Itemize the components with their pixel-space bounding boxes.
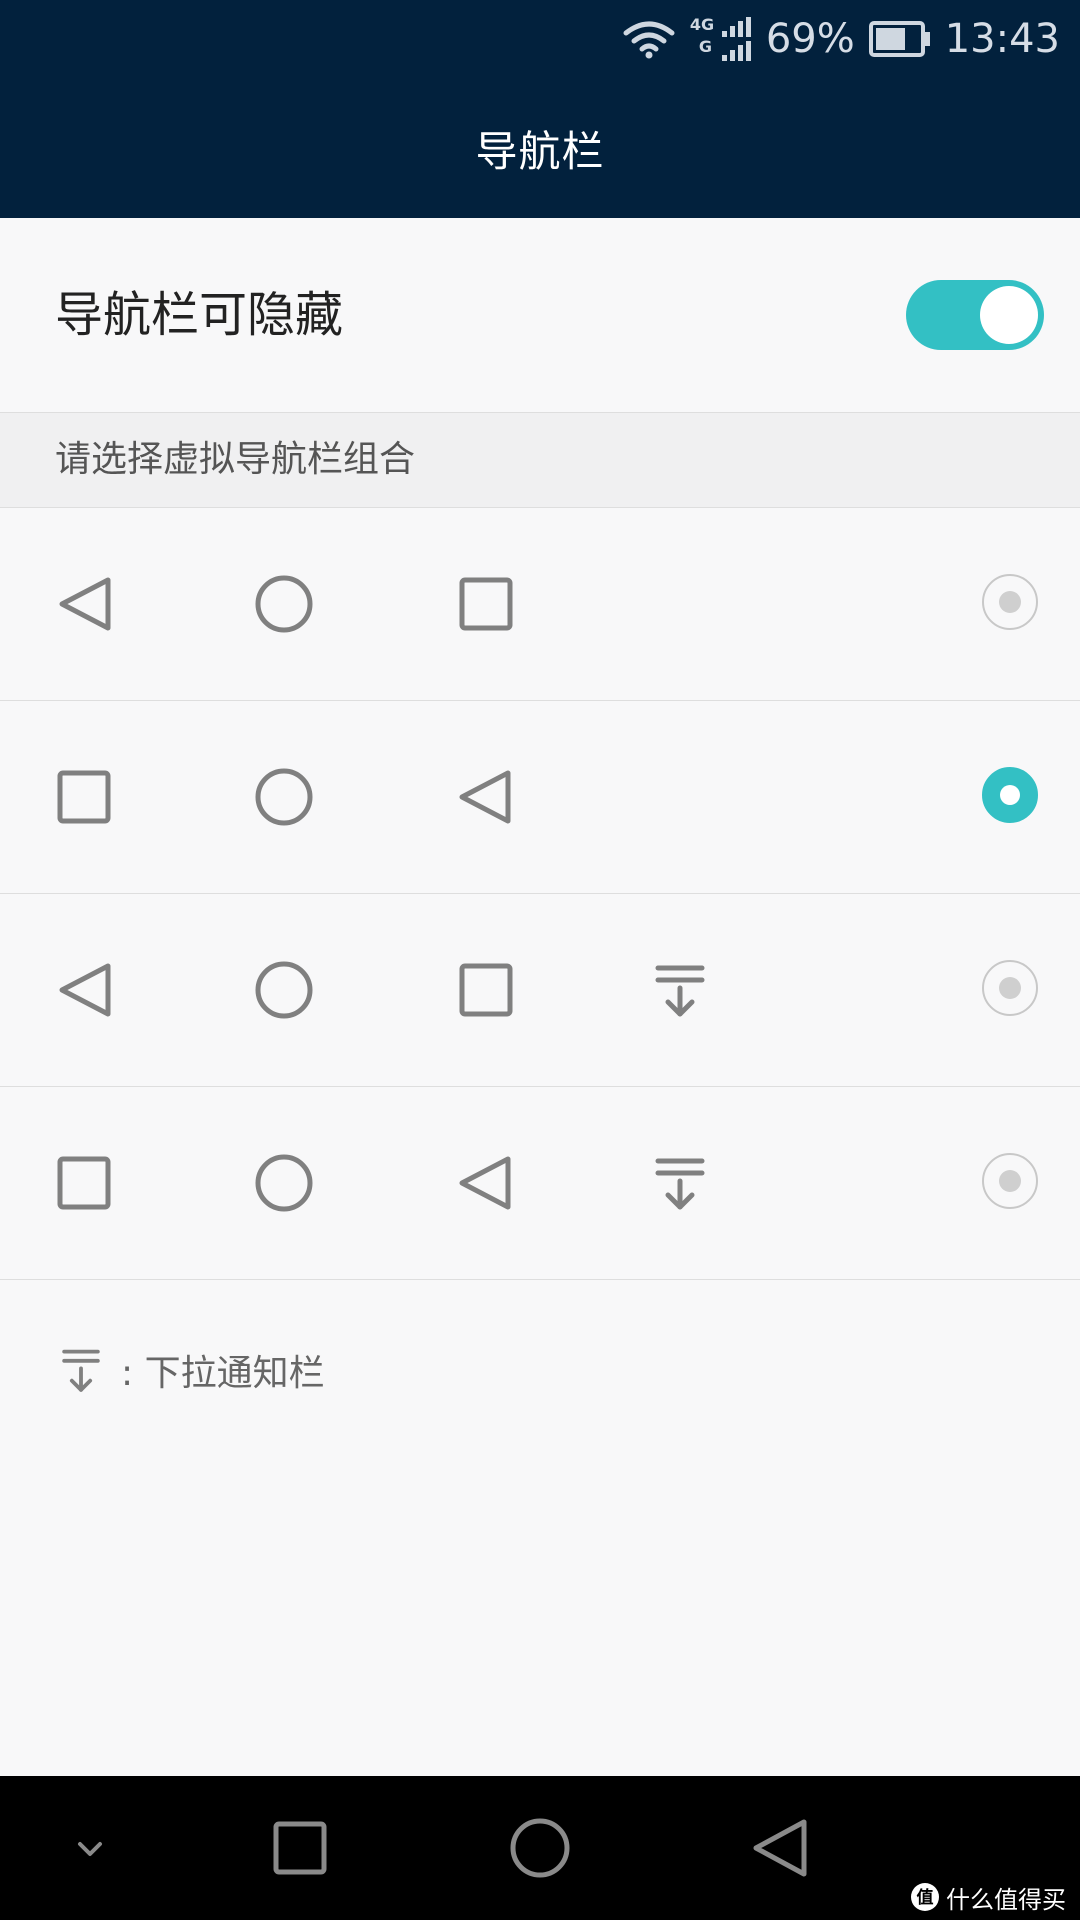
network-type-sub-label: G	[698, 37, 712, 56]
home-circle-icon	[255, 575, 313, 633]
option-radio-2[interactable]	[982, 767, 1038, 823]
legend-text: : 下拉通知栏	[121, 1353, 325, 1394]
recent-square-icon	[459, 963, 513, 1017]
hide-navbar-row[interactable]: 导航栏可隐藏	[0, 218, 1080, 413]
title-bar: 导航栏	[0, 78, 1080, 218]
option-radio-1[interactable]	[982, 574, 1038, 630]
recent-square-icon	[57, 770, 111, 824]
cellular-signal: 4G G	[690, 9, 752, 69]
nav-option-3[interactable]	[0, 894, 1080, 1087]
battery-icon	[868, 21, 930, 57]
notification-pulldown-icon	[655, 965, 705, 1017]
hide-navbar-toggle[interactable]	[906, 280, 1044, 350]
svg-text:值: 值	[917, 1887, 934, 1908]
toggle-knob	[980, 286, 1038, 344]
back-triangle-icon	[459, 770, 511, 824]
home-circle-icon	[255, 1154, 313, 1212]
recent-square-icon[interactable]	[264, 1812, 336, 1884]
legend: : 下拉通知栏	[55, 1340, 325, 1400]
nav-option-2[interactable]	[0, 701, 1080, 894]
page-title: 导航栏	[475, 126, 605, 176]
home-circle-icon	[255, 768, 313, 826]
watermark-logo-icon: 值	[911, 1883, 939, 1911]
status-icons: 4G G 69% 13:43	[622, 0, 1060, 78]
back-triangle-icon[interactable]	[744, 1812, 816, 1884]
option-radio-3[interactable]	[982, 960, 1038, 1016]
back-triangle-icon	[59, 963, 111, 1017]
hide-navbar-label: 导航栏可隐藏	[55, 287, 344, 343]
home-circle-icon	[255, 961, 313, 1019]
watermark: 值 什么值得买	[910, 1880, 1066, 1914]
recent-square-icon	[57, 1156, 111, 1210]
section-header: 请选择虚拟导航栏组合	[0, 413, 1080, 508]
status-bar: 4G G 69% 13:43	[0, 0, 1080, 78]
back-triangle-icon	[459, 1156, 511, 1210]
hide-chevron-icon[interactable]	[54, 1812, 126, 1884]
home-circle-icon[interactable]	[504, 1812, 576, 1884]
watermark-text: 什么值得买	[946, 1885, 1066, 1914]
battery-percent: 69%	[765, 16, 855, 62]
notification-pulldown-icon	[62, 1349, 100, 1392]
clock: 13:43	[944, 16, 1060, 62]
wifi-icon	[623, 21, 675, 59]
signal-bars-icon	[721, 17, 751, 61]
network-type-label: 4G	[689, 15, 715, 34]
back-triangle-icon	[59, 577, 111, 631]
section-label: 请选择虚拟导航栏组合	[55, 439, 416, 480]
option-radio-4[interactable]	[982, 1153, 1038, 1209]
nav-option-1[interactable]	[0, 508, 1080, 701]
nav-option-4[interactable]	[0, 1087, 1080, 1280]
recent-square-icon	[459, 577, 513, 631]
notification-pulldown-icon	[655, 1158, 705, 1210]
